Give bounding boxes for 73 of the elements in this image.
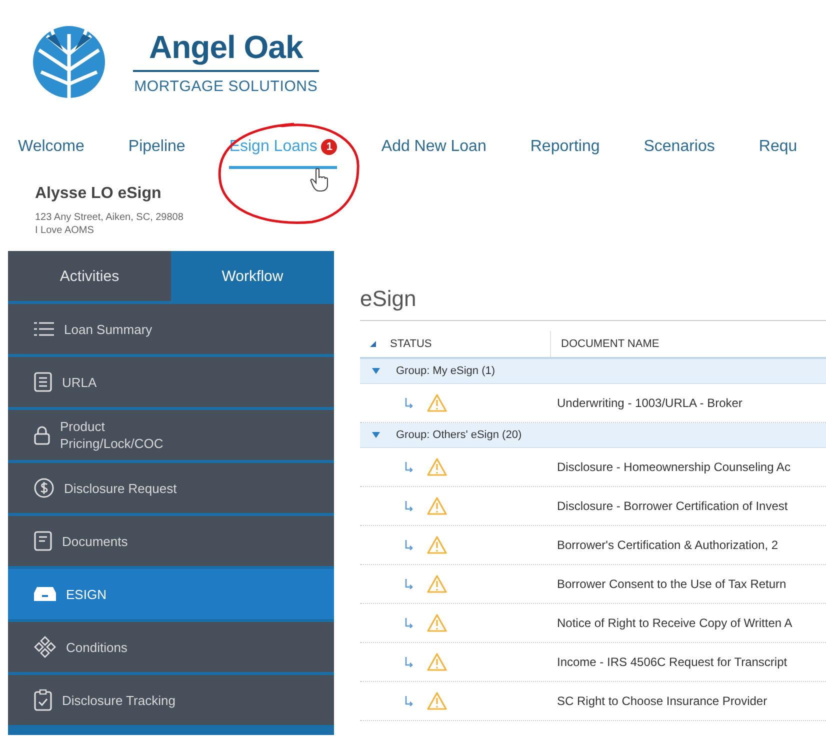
child-arrow-icon bbox=[405, 501, 413, 511]
warning-icon bbox=[427, 575, 447, 593]
sidebar-item[interactable]: Conditions bbox=[8, 622, 334, 672]
warning-icon bbox=[427, 497, 447, 515]
sidebar-item-label: Disclosure Tracking bbox=[62, 692, 176, 708]
brand-tagline: MORTGAGE SOLUTIONS bbox=[134, 78, 318, 95]
child-arrow-icon bbox=[405, 398, 413, 408]
warning-icon bbox=[427, 394, 447, 412]
column-header[interactable]: DOCUMENT NAME bbox=[551, 338, 660, 350]
sidebar-item[interactable]: Loan Summary bbox=[8, 304, 334, 354]
nav-tab[interactable]: Scenarios bbox=[644, 138, 715, 169]
child-arrow-icon bbox=[405, 540, 413, 550]
document-icon bbox=[34, 372, 52, 392]
tree-logo-icon bbox=[33, 24, 105, 100]
nav-tab[interactable]: Requ bbox=[758, 138, 798, 169]
sidebar-item[interactable]: ESIGN bbox=[8, 569, 334, 619]
warning-icon bbox=[427, 536, 447, 554]
nav-tab[interactable]: Welcome bbox=[18, 138, 84, 169]
sort-icon[interactable] bbox=[370, 341, 376, 347]
sidebar-item[interactable]: Documents bbox=[8, 516, 334, 566]
sidebar-item-label: Loan Summary bbox=[64, 320, 152, 338]
document-name[interactable]: Disclosure - Borrower Certification of Invest bbox=[557, 499, 788, 513]
nav-tab[interactable]: Pipeline bbox=[128, 138, 186, 169]
sidebar-item[interactable]: Disclosure Request bbox=[8, 463, 334, 513]
document-name[interactable]: Notice of Right to Receive Copy of Written A bbox=[557, 616, 792, 630]
list-icon bbox=[34, 322, 54, 336]
child-arrow-icon bbox=[405, 462, 413, 472]
sidebar-item-label: URLA bbox=[62, 374, 97, 390]
sidebar-item-label: Product Pricing/Lock/COC bbox=[60, 418, 164, 452]
sidebar-item[interactable]: Disclosure Tracking bbox=[8, 675, 334, 725]
document-name[interactable]: Disclosure - Homeownership Counseling Ac bbox=[557, 460, 790, 474]
hand-cursor-icon bbox=[310, 168, 328, 192]
child-arrow-icon bbox=[405, 618, 413, 628]
group-row[interactable]: Group: My eSign (1) bbox=[360, 359, 826, 384]
collapse-icon[interactable] bbox=[372, 368, 380, 374]
group-label: Group: My eSign (1) bbox=[396, 365, 496, 377]
warning-icon bbox=[427, 458, 447, 476]
column-header[interactable]: STATUS bbox=[390, 331, 551, 357]
sidebar-tab[interactable]: Activities bbox=[8, 251, 171, 301]
sidebar-item-label: Conditions bbox=[66, 638, 128, 656]
warning-icon bbox=[427, 653, 447, 671]
user-name: Alysse LO eSign bbox=[35, 185, 162, 203]
dollar-icon bbox=[34, 478, 54, 498]
group-label: Group: Others' eSign (20) bbox=[396, 429, 522, 441]
brand-name: Angel Oak bbox=[133, 29, 319, 72]
lock-icon bbox=[34, 425, 50, 445]
document-name[interactable]: SC Right to Choose Insurance Provider bbox=[557, 694, 768, 708]
nav-tab[interactable]: Reporting bbox=[530, 138, 600, 169]
warning-icon bbox=[427, 614, 447, 632]
collapse-icon[interactable] bbox=[372, 432, 380, 438]
sidebar-item-label: ESIGN bbox=[66, 586, 106, 602]
document-icon bbox=[34, 531, 52, 551]
document-name[interactable]: Borrower's Certification & Authorization, 2 bbox=[557, 538, 778, 552]
nav-tab[interactable]: Add New Loan bbox=[381, 138, 486, 169]
network-icon bbox=[34, 636, 56, 658]
sidebar-item-label: Documents bbox=[62, 532, 128, 550]
user-note: I Love AOMS bbox=[35, 224, 95, 237]
user-address: 123 Any Street, Aiken, SC, 29808 bbox=[35, 211, 184, 224]
warning-icon bbox=[427, 692, 447, 710]
sidebar-item[interactable]: URLA bbox=[8, 357, 334, 407]
document-name[interactable]: Underwriting - 1003/URLA - Broker bbox=[557, 396, 742, 410]
sidebar-item[interactable]: Product Pricing/Lock/COC bbox=[8, 410, 334, 460]
sidebar-item-label: Disclosure Request bbox=[64, 480, 177, 496]
child-arrow-icon bbox=[405, 579, 413, 589]
inbox-icon bbox=[34, 587, 56, 601]
document-name[interactable]: Income - IRS 4506C Request for Transcript bbox=[557, 655, 788, 669]
clipboard-icon bbox=[34, 689, 52, 711]
notification-badge: 1 bbox=[321, 139, 338, 155]
child-arrow-icon bbox=[405, 657, 413, 667]
page-title: eSign bbox=[360, 286, 826, 321]
group-row[interactable]: Group: Others' eSign (20) bbox=[360, 423, 826, 448]
document-name[interactable]: Borrower Consent to the Use of Tax Return bbox=[557, 577, 786, 591]
child-arrow-icon bbox=[405, 696, 413, 706]
